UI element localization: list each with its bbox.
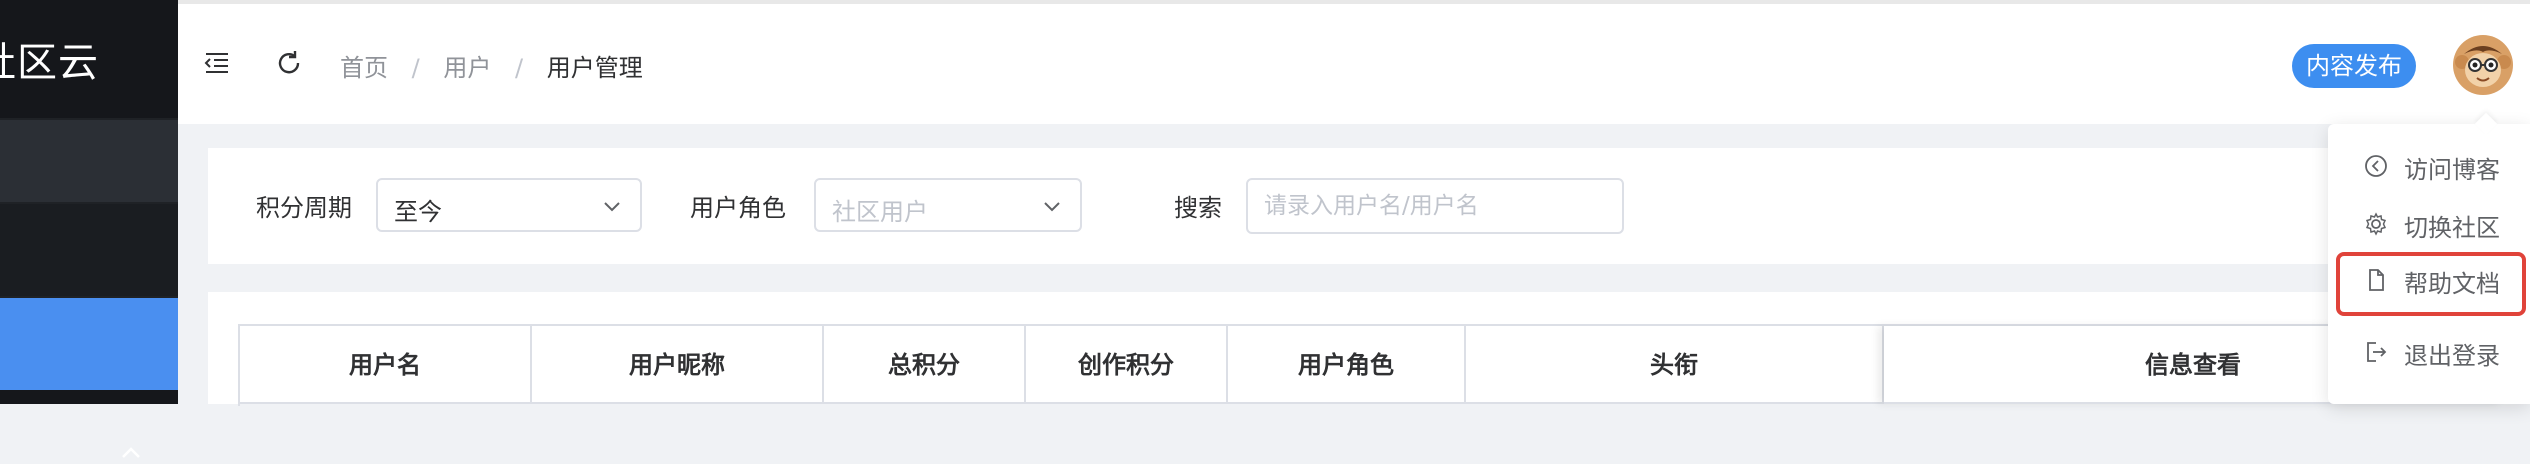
breadcrumb-current: 用户管理 xyxy=(546,54,643,82)
user-table: 用户名 用户昵称 总积分 创作积分 用户角色 头衔 信息查看 xyxy=(238,324,2504,406)
breadcrumb-users[interactable]: 用户 xyxy=(443,54,491,82)
search-label: 搜索 xyxy=(1174,194,1222,222)
sidebar-item[interactable] xyxy=(0,390,178,404)
period-label: 积分周期 xyxy=(256,194,352,222)
chevron-down-icon xyxy=(1044,202,1060,212)
column-header-nickname[interactable]: 用户昵称 xyxy=(532,326,824,404)
gear-icon xyxy=(2365,212,2387,236)
column-header-total-points[interactable]: 总积分 xyxy=(824,326,1026,404)
menu-item-switch-community[interactable]: 切换社区 xyxy=(2328,196,2530,252)
logout-icon xyxy=(2367,342,2387,362)
menu-fold-icon[interactable] xyxy=(202,48,232,78)
period-select[interactable]: 至今 xyxy=(376,178,642,232)
sidebar: 社区云 xyxy=(0,0,178,458)
filter-panel: 积分周期 至今 用户角色 社区用户 搜索 xyxy=(208,148,2530,264)
column-header-role[interactable]: 用户角色 xyxy=(1228,326,1466,404)
chevron-left-circle-icon xyxy=(2365,155,2387,177)
breadcrumb-home[interactable]: 首页 xyxy=(340,54,388,82)
menu-item-help-docs[interactable]: 帮助文档 xyxy=(2336,252,2526,316)
document-icon xyxy=(2369,269,2384,291)
search-input[interactable] xyxy=(1246,178,1624,234)
chevron-down-icon xyxy=(604,202,620,212)
menu-item-label: 切换社区 xyxy=(2404,214,2500,242)
brand-title: 社区云 xyxy=(0,40,99,86)
role-label: 用户角色 xyxy=(690,194,786,222)
column-header-title[interactable]: 头衔 xyxy=(1466,326,1884,404)
menu-item-label: 帮助文档 xyxy=(2404,270,2500,298)
menu-item-logout[interactable]: 退出登录 xyxy=(2328,324,2530,380)
sidebar-item[interactable] xyxy=(0,120,178,202)
column-header-username[interactable]: 用户名 xyxy=(240,326,532,404)
breadcrumb-separator: / xyxy=(515,54,524,82)
period-select-value: 至今 xyxy=(394,198,442,226)
sidebar-submenu-title[interactable] xyxy=(0,204,178,458)
breadcrumb-separator: / xyxy=(411,54,420,82)
column-header-creation-points[interactable]: 创作积分 xyxy=(1026,326,1228,404)
role-select-placeholder: 社区用户 xyxy=(832,198,928,226)
brand-logo: 社区云 xyxy=(0,0,178,118)
menu-item-label: 退出登录 xyxy=(2404,342,2500,370)
user-avatar[interactable] xyxy=(2450,32,2516,98)
publish-content-button[interactable]: 内容发布 xyxy=(2292,44,2416,88)
sidebar-item-active[interactable] xyxy=(0,298,178,390)
user-table-panel: 用户名 用户昵称 总积分 创作积分 用户角色 头衔 信息查看 xyxy=(208,292,2530,406)
user-dropdown-menu: 访问博客 切换社区 帮助文档 退出登录 xyxy=(2328,124,2530,404)
menu-item-visit-blog[interactable]: 访问博客 xyxy=(2328,138,2530,194)
menu-item-label: 访问博客 xyxy=(2404,156,2500,184)
refresh-icon[interactable] xyxy=(274,48,304,78)
chevron-up-icon xyxy=(122,447,140,458)
role-select[interactable]: 社区用户 xyxy=(814,178,1082,232)
top-header: 首页 / 用户 / 用户管理 内容发布 xyxy=(178,0,2530,124)
breadcrumb: 首页 / 用户 / 用户管理 xyxy=(340,48,643,83)
